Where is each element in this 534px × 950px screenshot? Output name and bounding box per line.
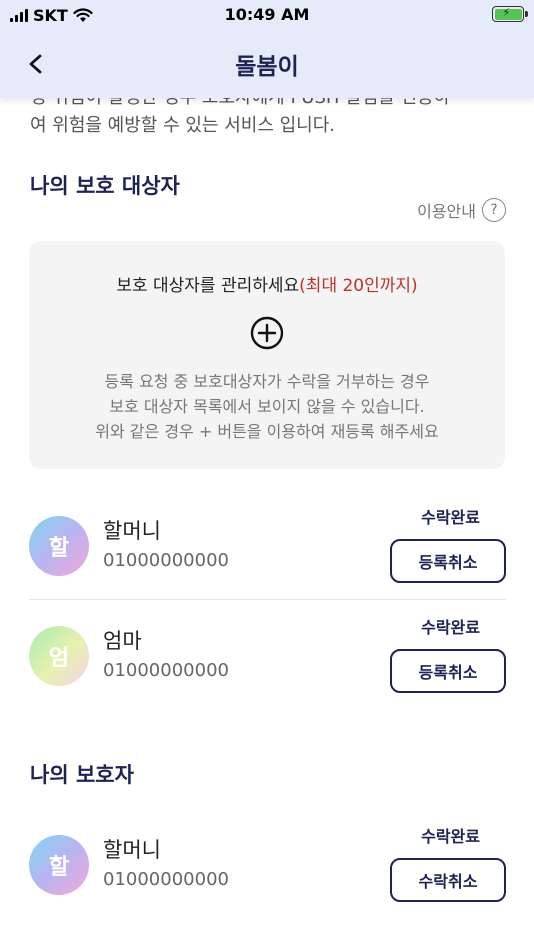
protected-list-item: 할 할머니 01000000000 수락완료 등록취소 bbox=[0, 500, 534, 592]
manage-note-line: 등록 요청 중 보호대상자가 수락을 거부하는 경우 bbox=[104, 372, 430, 391]
cancel-acceptance-button[interactable]: 수락취소 bbox=[390, 858, 506, 902]
cancel-registration-button[interactable]: 등록취소 bbox=[390, 539, 506, 583]
battery-icon bbox=[492, 6, 528, 22]
person-phone: 01000000000 bbox=[103, 660, 229, 681]
status-time: 10:49 AM bbox=[224, 5, 310, 24]
person-name: 엄마 bbox=[103, 629, 142, 653]
manage-heading: 보호 대상자를 관리하세요(최대 20인까지) bbox=[29, 271, 505, 296]
guardian-list-item: 할 할머니 01000000000 수락완료 수락취소 bbox=[0, 819, 534, 911]
avatar: 엄 bbox=[29, 626, 89, 686]
person-phone: 01000000000 bbox=[103, 550, 229, 571]
manage-note-line: 위와 같은 경우 + 버튼을 이용하여 재등록 해주세요 bbox=[95, 422, 439, 441]
manage-limit-text: (최대 20인까지) bbox=[299, 276, 418, 296]
usage-guide-button[interactable]: 이용안내 ? bbox=[417, 198, 506, 222]
cancel-registration-button[interactable]: 등록취소 bbox=[390, 649, 506, 693]
person-name: 할머니 bbox=[103, 838, 161, 862]
usage-guide-label: 이용안내 bbox=[417, 202, 476, 221]
manage-note: 등록 요청 중 보호대상자가 수락을 거부하는 경우 보호 대상자 목록에서 보… bbox=[29, 369, 505, 444]
back-button[interactable] bbox=[22, 50, 50, 78]
page-title: 돌봄이 bbox=[235, 54, 299, 80]
person-phone: 01000000000 bbox=[103, 869, 229, 890]
person-name: 할머니 bbox=[103, 519, 161, 543]
status-badge: 수락완료 bbox=[421, 508, 480, 527]
manage-note-line: 보호 대상자 목록에서 보이지 않을 수 있습니다. bbox=[109, 397, 425, 416]
protected-section-title: 나의 보호 대상자 bbox=[30, 174, 180, 198]
status-badge: 수락완료 bbox=[421, 827, 480, 846]
status-bar: SKT 10:49 AM bbox=[0, 0, 534, 30]
nav-bar: 돌봄이 bbox=[0, 30, 534, 98]
protected-list-item: 엄 엄마 01000000000 수락완료 등록취소 bbox=[0, 610, 534, 702]
avatar: 할 bbox=[29, 516, 89, 576]
description-line: 여 위험을 예방할 수 있는 서비스 입니다. bbox=[30, 115, 336, 136]
avatar: 할 bbox=[29, 835, 89, 895]
list-divider bbox=[29, 599, 506, 600]
status-badge: 수락완료 bbox=[421, 618, 480, 637]
add-protected-button[interactable] bbox=[250, 316, 284, 350]
manage-protected-card: 보호 대상자를 관리하세요(최대 20인까지) 등록 요청 중 보호대상자가 수… bbox=[29, 241, 505, 469]
help-icon: ? bbox=[482, 198, 506, 222]
manage-heading-text: 보호 대상자를 관리하세요 bbox=[116, 276, 300, 296]
guardians-section-title: 나의 보호자 bbox=[30, 763, 134, 787]
